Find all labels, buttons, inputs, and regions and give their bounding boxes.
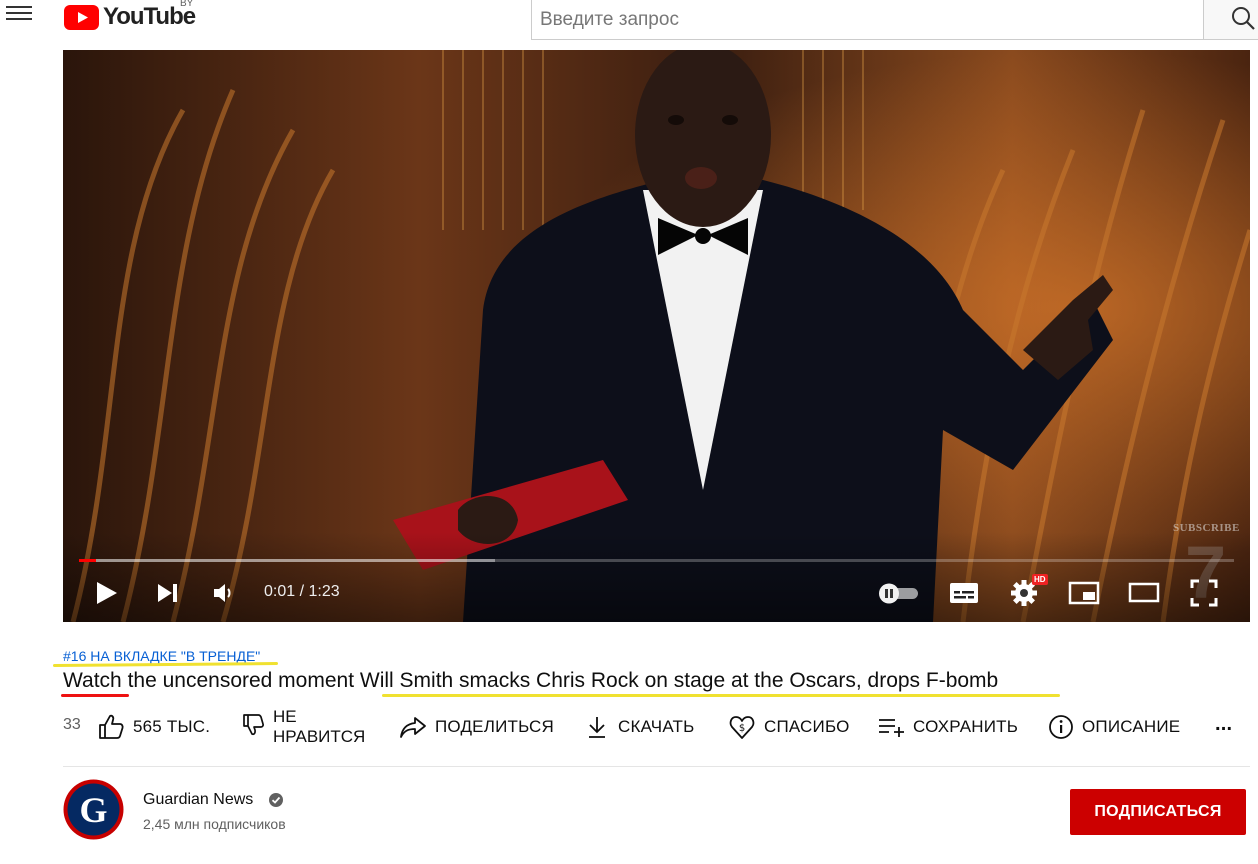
- description-button[interactable]: ОПИСАНИЕ: [1048, 714, 1180, 740]
- play-button[interactable]: [93, 579, 119, 607]
- volume-button[interactable]: [212, 582, 236, 604]
- thanks-button[interactable]: $ СПАСИБО: [728, 713, 850, 741]
- svg-text:G: G: [79, 790, 107, 830]
- youtube-play-logo-icon: [64, 4, 99, 30]
- progress-bar[interactable]: [79, 559, 1234, 562]
- miniplayer-icon: [1068, 581, 1100, 605]
- like-count: 565 ТЫС.: [133, 717, 211, 736]
- info-icon: [1049, 715, 1073, 739]
- fullscreen-button[interactable]: [1190, 579, 1218, 607]
- search-box: [531, 0, 1204, 40]
- video-player[interactable]: 7 SUBSCRIBE 0:01 / 1:23: [63, 50, 1250, 622]
- subtitles-icon: [950, 583, 978, 603]
- thumbs-down-icon: [243, 714, 264, 736]
- download-label: СКАЧАТЬ: [618, 717, 695, 736]
- controls-gradient: [63, 532, 1250, 622]
- subscribe-button[interactable]: ПОДПИСАТЬСЯ: [1070, 789, 1246, 835]
- thanks-label: СПАСИБО: [764, 717, 850, 736]
- search-icon: [1232, 7, 1255, 30]
- miniplayer-button[interactable]: [1068, 581, 1100, 605]
- volume-icon: [214, 584, 231, 602]
- dislike-button[interactable]: НЕ НРАВИТСЯ: [241, 707, 365, 747]
- play-icon: [97, 582, 117, 604]
- fullscreen-icon: [1190, 579, 1218, 607]
- download-button[interactable]: СКАЧАТЬ: [584, 714, 694, 740]
- share-button[interactable]: ПОДЕЛИТЬСЯ: [399, 715, 554, 739]
- title-middle: the uncensored moment: [121, 669, 360, 692]
- title-highlight: Will Smith smacks Chris Rock on stage at…: [359, 669, 999, 692]
- hd-badge: HD: [1032, 574, 1048, 585]
- thumbs-up-icon: [99, 714, 124, 739]
- subscriber-count: 2,45 млн подписчиков: [143, 816, 286, 832]
- description-label: ОПИСАНИЕ: [1082, 717, 1181, 736]
- theater-mode-button[interactable]: [1128, 582, 1160, 604]
- yellow-underline-annotation: [382, 694, 1060, 697]
- view-count: 33: [63, 716, 81, 733]
- dislike-label-line2: НРАВИТСЯ: [273, 727, 366, 746]
- super-thanks-heart-icon: $: [729, 716, 755, 739]
- channel-name[interactable]: Guardian News: [143, 791, 253, 809]
- autoplay-toggle[interactable]: [876, 581, 920, 605]
- guardian-logo-avatar: G: [63, 779, 124, 840]
- youtube-logo[interactable]: YouTube: [64, 2, 196, 32]
- svg-text:$: $: [739, 723, 745, 734]
- channel-avatar[interactable]: G: [63, 779, 124, 840]
- next-button[interactable]: [156, 581, 180, 605]
- menu-icon[interactable]: [6, 4, 32, 26]
- yellow-highlight-trending: [52, 662, 279, 667]
- search-input[interactable]: [532, 0, 1203, 39]
- red-underline-annotation: [61, 694, 129, 697]
- action-bar: 33 565 ТЫС. НЕ НРАВИТСЯ ПОДЕЛИТЬСЯ СКАЧА…: [0, 704, 1258, 754]
- video-title: Watch the uncensored moment Will Smith s…: [63, 669, 998, 693]
- more-actions-button[interactable]: ...: [1215, 713, 1232, 736]
- progress-played: [79, 559, 97, 562]
- verified-check-icon: [269, 793, 283, 807]
- progress-loaded: [79, 559, 495, 562]
- share-icon: [400, 717, 426, 738]
- theater-mode-icon: [1128, 582, 1160, 603]
- masthead: YouTube BY: [0, 0, 1258, 50]
- save-button[interactable]: СОХРАНИТЬ: [877, 715, 1018, 739]
- download-icon: [589, 717, 605, 738]
- time-display: 0:01 / 1:23: [264, 583, 340, 600]
- skip-next-icon: [158, 584, 177, 602]
- divider: [63, 766, 1250, 767]
- save-label: СОХРАНИТЬ: [913, 717, 1019, 736]
- share-label: ПОДЕЛИТЬСЯ: [435, 717, 555, 736]
- country-code: BY: [180, 0, 194, 9]
- search-button[interactable]: [1203, 0, 1258, 40]
- subtitles-button[interactable]: [949, 581, 979, 605]
- like-button[interactable]: 565 ТЫС.: [97, 714, 210, 740]
- title-first-word: Watch: [63, 669, 122, 692]
- autoplay-toggle-icon: [879, 583, 918, 604]
- playlist-add-icon: [879, 719, 904, 737]
- dislike-label-line1: НЕ: [273, 707, 297, 726]
- more-dots-icon: ...: [1215, 713, 1233, 735]
